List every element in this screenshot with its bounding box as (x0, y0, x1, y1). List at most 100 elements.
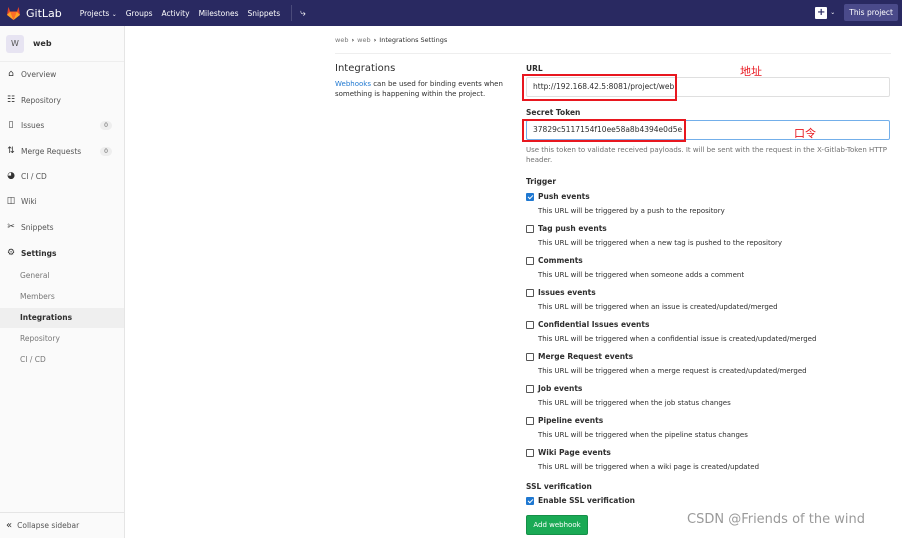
sidebar-item-merge-requests[interactable]: ⇅ Merge Requests 0 (0, 141, 124, 161)
nav-projects[interactable]: Projects ⌄ (80, 9, 117, 18)
trigger-job-events[interactable]: Job events (526, 384, 582, 393)
trigger-confidential-issues-events[interactable]: Confidential Issues events (526, 320, 649, 329)
gear-icon: ⚙ (6, 248, 16, 258)
trigger-issues-events[interactable]: Issues events (526, 288, 596, 297)
search-scope-this-project[interactable]: This project (844, 4, 898, 21)
trigger-label-text[interactable]: Tag push events (538, 224, 607, 233)
sidebar-item-label: Wiki (21, 196, 37, 206)
project-header[interactable]: W web (0, 26, 124, 62)
integrations-intro: Integrations Webhooks can be used for bi… (335, 63, 515, 99)
breadcrumb-item[interactable]: web (357, 36, 370, 44)
intro-text: Webhooks can be used for binding events … (335, 79, 515, 99)
ssl-verification-label: SSL verification (526, 482, 592, 491)
tag-push-events-checkbox[interactable] (526, 224, 534, 233)
trigger-label-text[interactable]: Issues events (538, 288, 596, 297)
settings-sub-general[interactable]: General (0, 266, 124, 286)
settings-sub-repository[interactable]: Repository (0, 329, 124, 349)
scissors-icon: ✂ (7, 222, 15, 232)
sidebar-item-label: Overview (21, 69, 57, 79)
trigger-label-text[interactable]: Job events (538, 384, 582, 393)
sidebar-item-label: Issues (21, 120, 45, 130)
sidebar-item-repository[interactable]: ☷ Repository (0, 90, 124, 110)
trigger-desc: This URL will be triggered when a merge … (538, 367, 807, 375)
chevron-down-icon: ⌄ (111, 10, 117, 18)
trigger-desc: This URL will be triggered when a confid… (538, 335, 817, 343)
settings-sub-integrations[interactable]: Integrations (0, 308, 124, 328)
trigger-label-text[interactable]: Push events (538, 192, 590, 201)
trigger-label-text[interactable]: Confidential Issues events (538, 320, 649, 329)
gitlab-logo-icon[interactable] (6, 6, 21, 20)
top-navbar: GitLab Projects ⌄ Groups Activity Milest… (0, 0, 902, 26)
settings-sub-members[interactable]: Members (0, 287, 124, 307)
sidebar-item-label: Settings (21, 248, 57, 258)
enable-ssl-label[interactable]: Enable SSL verification (538, 496, 635, 505)
url-annotation: 地址 (740, 65, 762, 78)
breadcrumb: web › web › Integrations Settings (335, 36, 447, 44)
new-plus-icon[interactable]: + (815, 6, 828, 19)
breadcrumb-current[interactable]: Integrations Settings (379, 36, 447, 44)
trigger-label-text[interactable]: Merge Request events (538, 352, 633, 361)
double-chevron-left-icon: « (6, 520, 13, 531)
book-open-icon: ◫ (6, 196, 16, 206)
trigger-push-events[interactable]: Push events (526, 192, 590, 201)
admin-wrench-icon[interactable]: ⤷ (300, 8, 306, 19)
page-title: Integrations (335, 63, 396, 74)
settings-sub-ci-cd[interactable]: CI / CD (0, 350, 124, 370)
trigger-wiki-page-events[interactable]: Wiki Page events (526, 448, 611, 457)
collapse-sidebar-button[interactable]: « Collapse sidebar (0, 512, 124, 538)
chevron-right-icon: › (373, 36, 377, 44)
trigger-label-text[interactable]: Comments (538, 256, 583, 265)
sidebar-item-label: Snippets (21, 222, 54, 232)
sidebar-item-ci-cd[interactable]: ◕ CI / CD (0, 166, 124, 186)
trigger-desc: This URL will be triggered when a new ta… (538, 239, 783, 247)
nav-groups[interactable]: Groups (126, 9, 153, 18)
chevron-down-icon[interactable]: ⌄ (830, 9, 835, 16)
trigger-label-text[interactable]: Pipeline events (538, 416, 603, 425)
token-highlight-box (522, 119, 686, 142)
project-avatar[interactable]: W (6, 34, 24, 53)
confidential-issues-events-checkbox[interactable] (526, 320, 534, 329)
project-name[interactable]: web (33, 39, 52, 48)
trigger-comments[interactable]: Comments (526, 256, 583, 265)
chevron-right-icon: › (351, 36, 355, 44)
sidebar-item-label: Repository (21, 95, 61, 105)
sidebar-item-settings[interactable]: ⚙ Settings (0, 243, 124, 263)
trigger-desc: This URL will be triggered when an issue… (538, 303, 778, 311)
add-webhook-button[interactable]: Add webhook (526, 515, 588, 535)
collapse-sidebar-label: Collapse sidebar (17, 521, 80, 530)
nav-milestones[interactable]: Milestones (199, 9, 239, 18)
sidebar-item-wiki[interactable]: ◫ Wiki (0, 191, 124, 211)
merge-request-events-checkbox[interactable] (526, 352, 534, 361)
comments-checkbox[interactable] (526, 256, 534, 265)
breadcrumb-item[interactable]: web (335, 36, 348, 44)
sidebar-item-overview[interactable]: ⌂ Overview (0, 64, 124, 84)
sidebar-item-issues[interactable]: ▯ Issues 0 (0, 115, 124, 135)
issues-count-badge: 0 (100, 120, 112, 130)
issues-icon: ▯ (8, 120, 14, 130)
nav-snippets[interactable]: Snippets (248, 9, 281, 18)
sidebar-item-snippets[interactable]: ✂ Snippets (0, 217, 124, 237)
trigger-merge-request-events[interactable]: Merge Request events (526, 352, 633, 361)
breadcrumb-divider (335, 53, 891, 54)
pipeline-events-checkbox[interactable] (526, 416, 534, 425)
nav-activity[interactable]: Activity (162, 9, 190, 18)
trigger-pipeline-events[interactable]: Pipeline events (526, 416, 603, 425)
rocket-icon: ◕ (7, 171, 15, 181)
issues-events-checkbox[interactable] (526, 288, 534, 297)
wiki-page-events-checkbox[interactable] (526, 448, 534, 457)
trigger-desc: This URL will be triggered when the pipe… (538, 431, 748, 439)
enable-ssl-checkbox[interactable] (526, 496, 534, 505)
trigger-label-text[interactable]: Wiki Page events (538, 448, 611, 457)
trigger-tag-push-events[interactable]: Tag push events (526, 224, 607, 233)
webhooks-link[interactable]: Webhooks (335, 80, 371, 88)
merge-requests-count-badge: 0 (100, 146, 112, 156)
secret-token-help: Use this token to validate received payl… (526, 146, 887, 164)
csdn-watermark: CSDN @Friends of the wind (687, 512, 865, 527)
merge-request-icon: ⇅ (7, 146, 15, 156)
ssl-verification-option[interactable]: Enable SSL verification (526, 496, 635, 505)
secret-token-label: Secret Token (526, 108, 581, 117)
brand-name[interactable]: GitLab (26, 7, 62, 20)
token-annotation: 口令 (794, 127, 816, 140)
push-events-checkbox[interactable] (526, 192, 534, 201)
job-events-checkbox[interactable] (526, 384, 534, 393)
